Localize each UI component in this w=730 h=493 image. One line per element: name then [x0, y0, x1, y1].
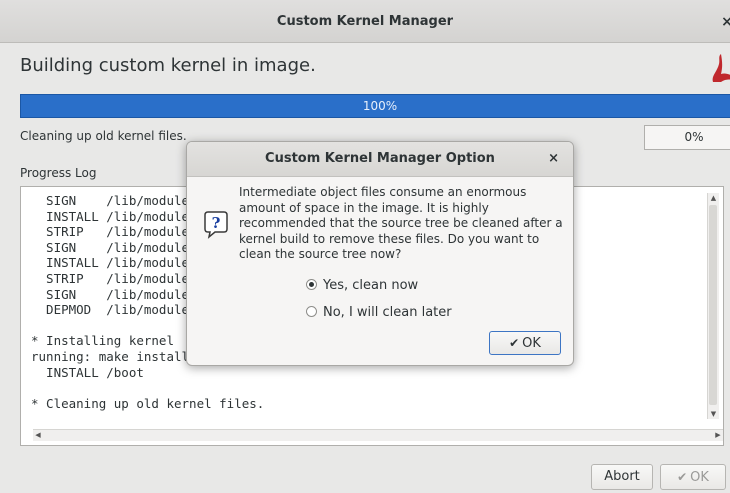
svg-text:?: ? — [212, 214, 221, 232]
window-close-button[interactable]: × — [720, 0, 730, 44]
option-dialog: Custom Kernel Manager Option × ? Interme… — [186, 141, 574, 366]
status-text: Cleaning up old kernel files. — [20, 129, 187, 143]
scroll-up-icon[interactable]: ▲ — [708, 193, 719, 203]
dialog-close-button[interactable]: × — [548, 142, 559, 176]
window-title: Custom Kernel Manager — [276, 14, 454, 29]
progress-log-label: Progress Log — [20, 166, 97, 180]
scroll-left-icon[interactable]: ◀ — [33, 430, 43, 441]
dialog-title: Custom Kernel Manager Option — [265, 151, 495, 166]
log-vertical-scrollbar[interactable]: ▲ ▼ — [707, 193, 719, 419]
abort-button[interactable]: Abort — [591, 464, 653, 490]
option-clean-now[interactable]: Yes, clean now — [306, 278, 418, 293]
radio-clean-later[interactable] — [306, 306, 317, 317]
radio-clean-now[interactable] — [306, 279, 317, 290]
main-ok-button[interactable]: ✔ OK — [660, 464, 726, 490]
app-logo-icon — [712, 54, 730, 82]
overall-progress-bar: 100% — [20, 94, 730, 118]
main-window: Custom Kernel Manager × Building custom … — [0, 0, 730, 493]
dialog-ok-label: OK — [522, 336, 541, 351]
ok-check-icon: ✔ — [509, 336, 520, 350]
option-clean-later-label: No, I will clean later — [323, 305, 452, 320]
main-ok-label: OK — [690, 470, 709, 485]
window-titlebar[interactable]: Custom Kernel Manager × — [0, 0, 730, 43]
scroll-right-icon[interactable]: ▶ — [713, 430, 723, 441]
step-progress-label: 0% — [684, 130, 704, 144]
ok-check-icon: ✔ — [677, 470, 688, 484]
log-vertical-scroll-thumb[interactable] — [709, 205, 717, 405]
overall-progress-label: 100% — [362, 99, 398, 113]
option-clean-now-label: Yes, clean now — [323, 278, 419, 293]
log-horizontal-scrollbar[interactable]: ◀ ▶ — [33, 429, 723, 441]
dialog-titlebar[interactable]: Custom Kernel Manager Option × — [187, 142, 573, 177]
question-icon: ? — [204, 211, 228, 239]
dialog-message: Intermediate object files consume an eno… — [239, 185, 563, 261]
scroll-down-icon[interactable]: ▼ — [708, 409, 719, 419]
option-clean-later[interactable]: No, I will clean later — [306, 305, 452, 320]
page-heading: Building custom kernel in image. — [20, 55, 316, 76]
step-progress-bar: 0% — [644, 125, 730, 150]
dialog-ok-button[interactable]: ✔ OK — [489, 331, 561, 355]
